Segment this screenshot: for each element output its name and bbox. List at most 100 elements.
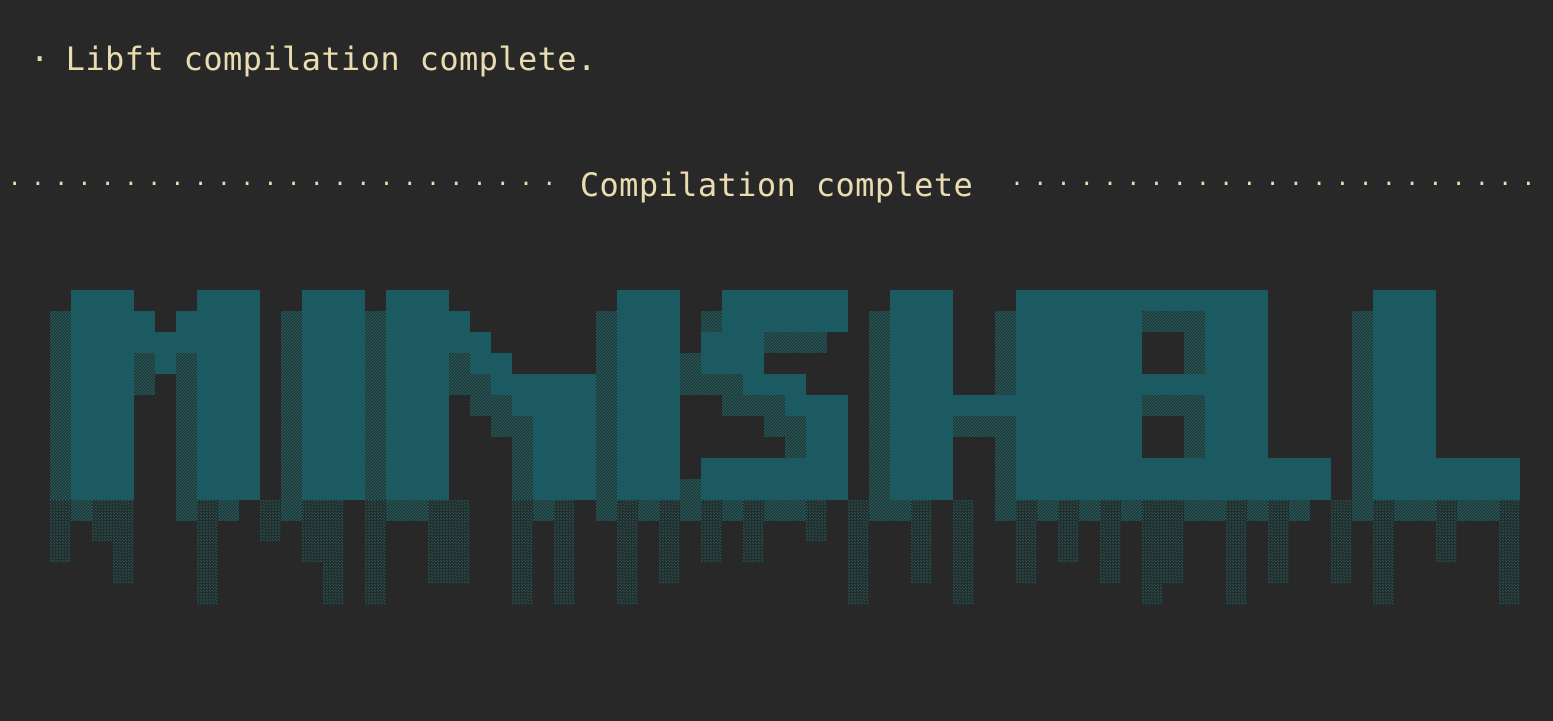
logo-drip-5 [302, 500, 323, 563]
logo-stroke-e-2 [1142, 374, 1205, 395]
logo-stroke-l1-0 [1205, 290, 1268, 500]
logo-drip-23 [1142, 500, 1163, 605]
logo-stroke-e-1 [1142, 290, 1226, 311]
logo-drip-15 [743, 500, 764, 563]
logo-stroke-n-2 [470, 332, 491, 374]
logo-shadow-s-4 [785, 416, 827, 500]
logo-stroke-m-1 [134, 311, 155, 353]
logo-shadow-s-2 [722, 395, 785, 416]
logo-stroke-l2-0 [1373, 290, 1436, 500]
logo-stroke-m-2 [155, 332, 176, 374]
logo-drip-8 [428, 500, 449, 584]
logo-stroke-n-4 [512, 374, 533, 416]
logo-stroke-n-1 [449, 311, 470, 353]
logo-drip-13 [659, 500, 680, 584]
logo-drip-9 [449, 500, 470, 584]
logo-drip-6 [323, 500, 344, 605]
logo-drip-27 [1331, 500, 1352, 584]
logo-drip-12 [617, 500, 638, 605]
logo-drip-3 [197, 500, 218, 605]
logo-drip-4 [260, 500, 281, 542]
logo-stroke-s-2 [743, 374, 806, 395]
logo-shadow-m-0 [50, 311, 113, 521]
logo-shadow-h-1 [932, 416, 995, 437]
logo-stroke-m-3 [176, 311, 197, 353]
logo-stroke-h-0 [890, 290, 953, 500]
logo-shadow-h-0 [869, 311, 932, 521]
logo-stroke-i2-0 [617, 290, 680, 500]
logo-drip-29 [1436, 500, 1457, 563]
banner-dots-right: ········································… [999, 172, 1545, 197]
logo-stroke-l2-1 [1436, 458, 1520, 500]
logo-stroke-n-0 [386, 290, 449, 500]
logo-stroke-s-4 [806, 395, 848, 479]
logo-drip-22 [1100, 500, 1121, 584]
logo-stroke-e-3 [1142, 458, 1226, 500]
logo-shadow-n-3 [470, 374, 491, 416]
logo-drip-layer [50, 500, 1520, 605]
logo-stroke-h-1 [953, 395, 1016, 416]
logo-shadow-n-2 [449, 353, 470, 395]
logo-shadow-m-1 [113, 332, 134, 374]
logo-stroke-n-5 [533, 374, 596, 500]
logo-shadow-e-2 [1121, 395, 1184, 416]
status-bullet: · [30, 40, 50, 78]
logo-drip-20 [1016, 500, 1037, 584]
logo-stroke-i1-0 [302, 290, 365, 500]
minishell-ascii-logo [50, 290, 1520, 605]
logo-shadow-i2-0 [596, 311, 659, 521]
logo-drip-30 [1499, 500, 1520, 605]
logo-shadow-n-4 [491, 395, 512, 437]
logo-shadow-e-3 [1121, 479, 1205, 521]
logo-stroke-s-0 [722, 290, 848, 332]
logo-drip-0 [50, 500, 71, 563]
logo-shadow-l2-1 [1415, 479, 1499, 521]
logo-stroke-s-3 [785, 395, 827, 416]
banner-dots-left: ········································… [8, 172, 554, 197]
logo-stroke-m-4 [197, 290, 260, 500]
logo-drip-1 [92, 500, 113, 542]
logo-shadow-s-1 [680, 353, 743, 395]
logo-drip-2 [113, 500, 134, 584]
logo-shadow-s-3 [764, 416, 806, 437]
logo-drip-28 [1373, 500, 1394, 605]
logo-shadow-l2-0 [1352, 311, 1415, 521]
logo-drip-17 [848, 500, 869, 605]
logo-drip-14 [701, 500, 722, 563]
logo-stroke-l1-1 [1268, 458, 1331, 500]
logo-drip-21 [1058, 500, 1079, 563]
status-line: · Libft compilation complete. [30, 38, 597, 80]
logo-stroke-h-2 [1016, 290, 1079, 500]
logo-shadow-e-1 [1121, 311, 1205, 332]
logo-shadow-s-5 [680, 479, 827, 521]
logo-stroke-s-5 [701, 458, 848, 500]
compilation-banner: ········································… [8, 163, 1545, 207]
logo-drip-11 [554, 500, 575, 605]
logo-stroke-n-3 [491, 353, 512, 395]
logo-shadow-l1-0 [1184, 311, 1247, 521]
logo-shadow-layer [50, 311, 1499, 521]
logo-shadow-n-1 [428, 332, 449, 374]
logo-shadow-e-0 [1058, 311, 1121, 521]
logo-shadow-m-2 [134, 353, 155, 395]
logo-drip-18 [911, 500, 932, 584]
logo-drip-19 [953, 500, 974, 605]
logo-stroke-m-0 [71, 290, 134, 500]
logo-drip-10 [512, 500, 533, 605]
logo-drip-25 [1226, 500, 1247, 605]
logo-letter-layer [71, 290, 1520, 500]
status-text: Libft compilation complete. [65, 40, 597, 78]
banner-title: Compilation complete [579, 166, 974, 204]
logo-drip-24 [1163, 500, 1184, 584]
logo-shadow-i1-0 [281, 311, 344, 521]
logo-shadow-m-3 [155, 332, 176, 374]
logo-stroke-e-0 [1079, 290, 1142, 500]
logo-drip-7 [365, 500, 386, 605]
logo-shadow-m-4 [176, 311, 239, 521]
logo-shadow-n-0 [365, 311, 428, 521]
logo-shadow-n-5 [512, 395, 575, 521]
logo-shadow-l1-1 [1247, 479, 1310, 521]
logo-stroke-s-1 [701, 332, 764, 374]
logo-drip-26 [1268, 500, 1289, 584]
logo-shadow-h-2 [995, 311, 1058, 521]
